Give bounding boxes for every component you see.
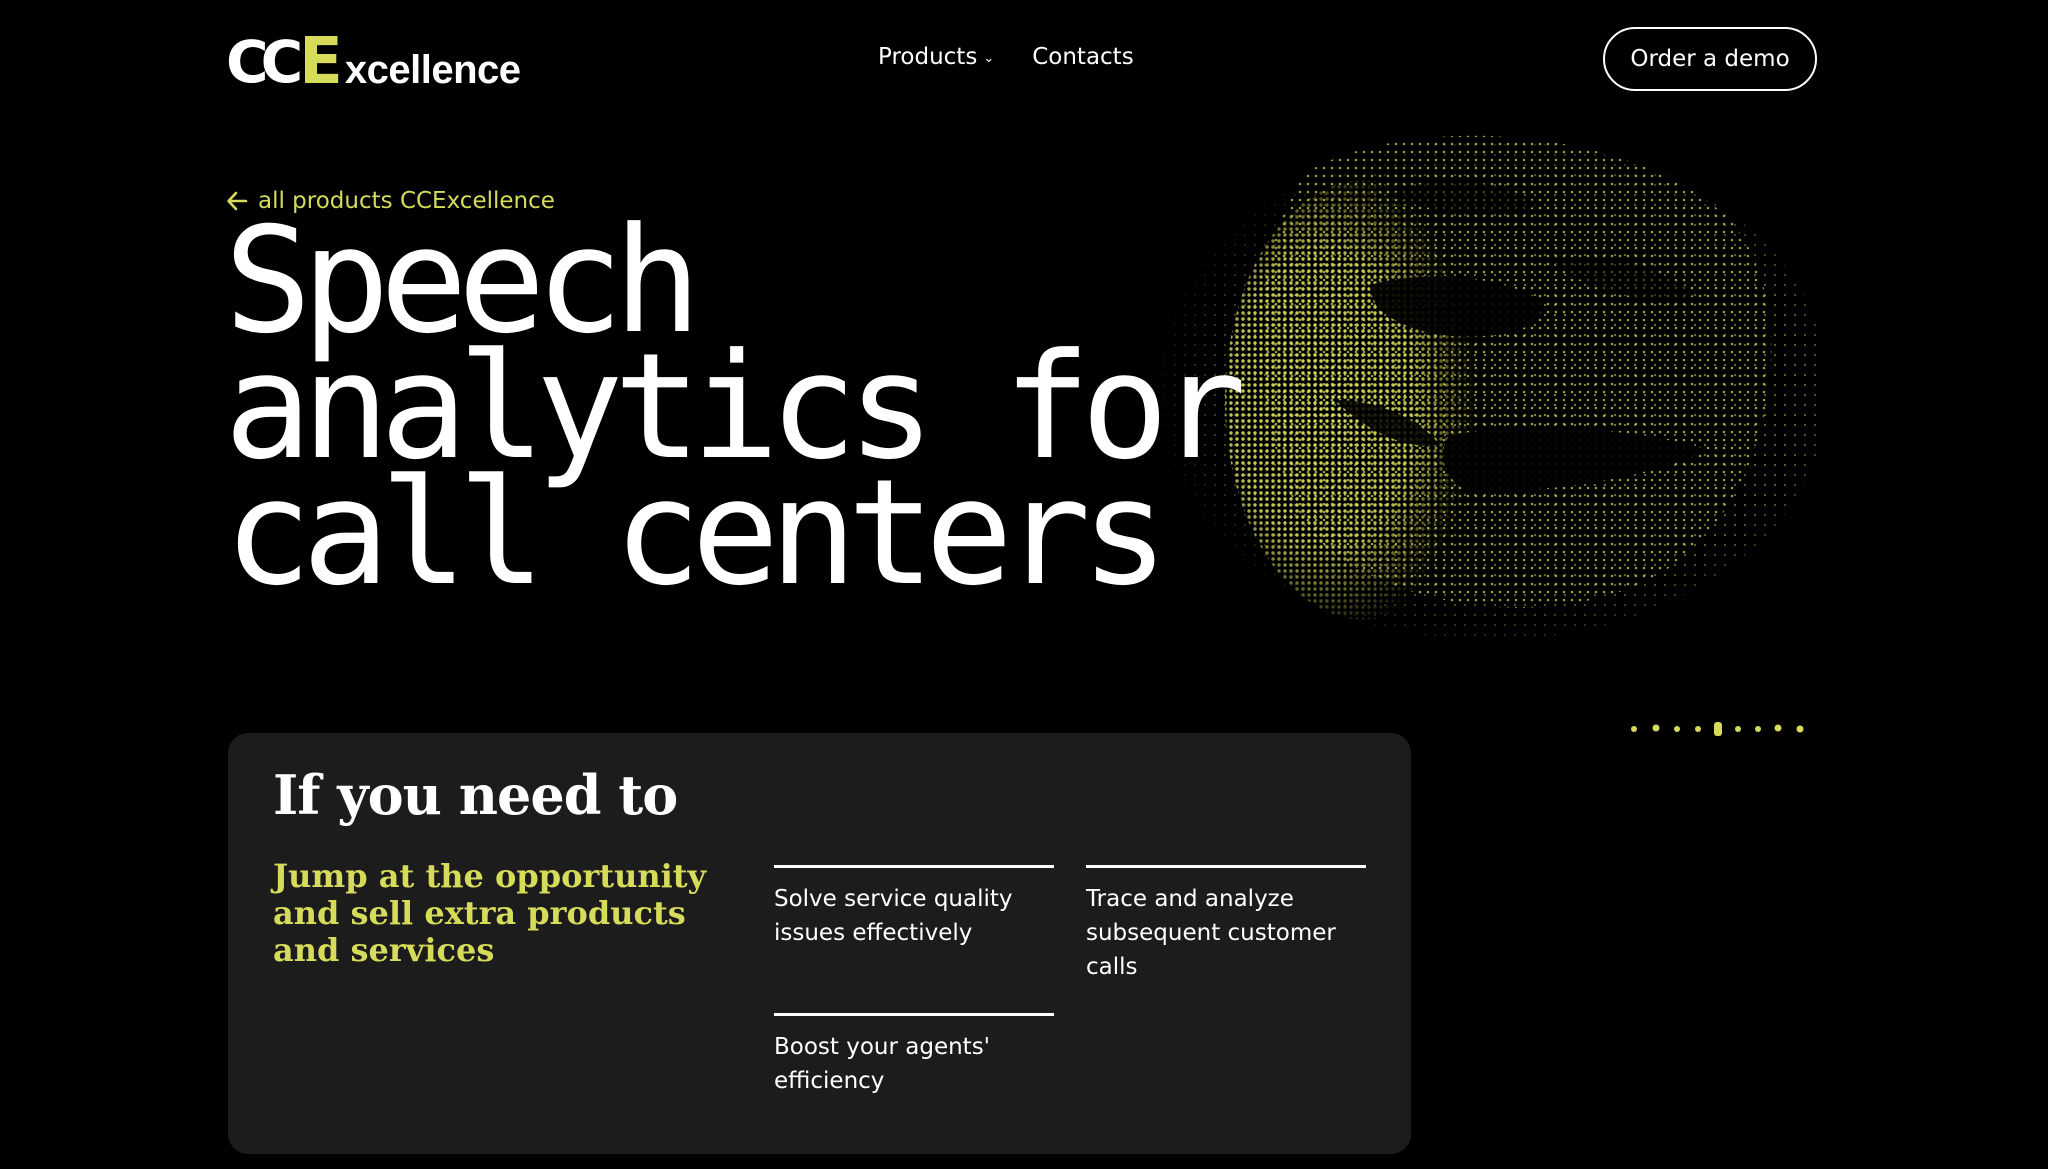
page: CC E xcellence Products ⌄ Contacts Order… xyxy=(0,0,2048,1169)
hero-title: Speech analytics for call centers xyxy=(224,208,1247,618)
order-demo-button[interactable]: Order a demo xyxy=(1603,27,1817,91)
hero-title-line: call centers xyxy=(224,448,1169,618)
need-item: Trace and analyze subsequent customer ca… xyxy=(1086,865,1366,984)
logo-wordmark: xcellence xyxy=(344,48,521,92)
need-item: Solve service quality issues effectively xyxy=(774,865,1054,950)
nav-contacts[interactable]: Contacts xyxy=(1032,44,1133,70)
main-nav: Products ⌄ Contacts xyxy=(878,44,1134,70)
nav-products-label: Products xyxy=(878,44,978,70)
logo-mark: CC E xyxy=(226,25,343,99)
needs-card: If you need to Jump at the opportunity a… xyxy=(228,733,1411,1154)
card-lead: Jump at the opportunity and sell extra p… xyxy=(273,857,707,969)
nav-products[interactable]: Products ⌄ xyxy=(878,44,994,70)
nav-contacts-label: Contacts xyxy=(1032,44,1134,70)
need-item: Boost your agents' efficiency xyxy=(774,1013,1054,1098)
decorative-squiggle xyxy=(1631,722,1804,736)
logo[interactable]: CC E xcellence xyxy=(226,25,521,99)
logo-cc: CC xyxy=(226,28,303,96)
chevron-down-icon: ⌄ xyxy=(983,51,995,66)
card-title: If you need to xyxy=(273,763,678,827)
logo-e: E xyxy=(299,25,343,99)
